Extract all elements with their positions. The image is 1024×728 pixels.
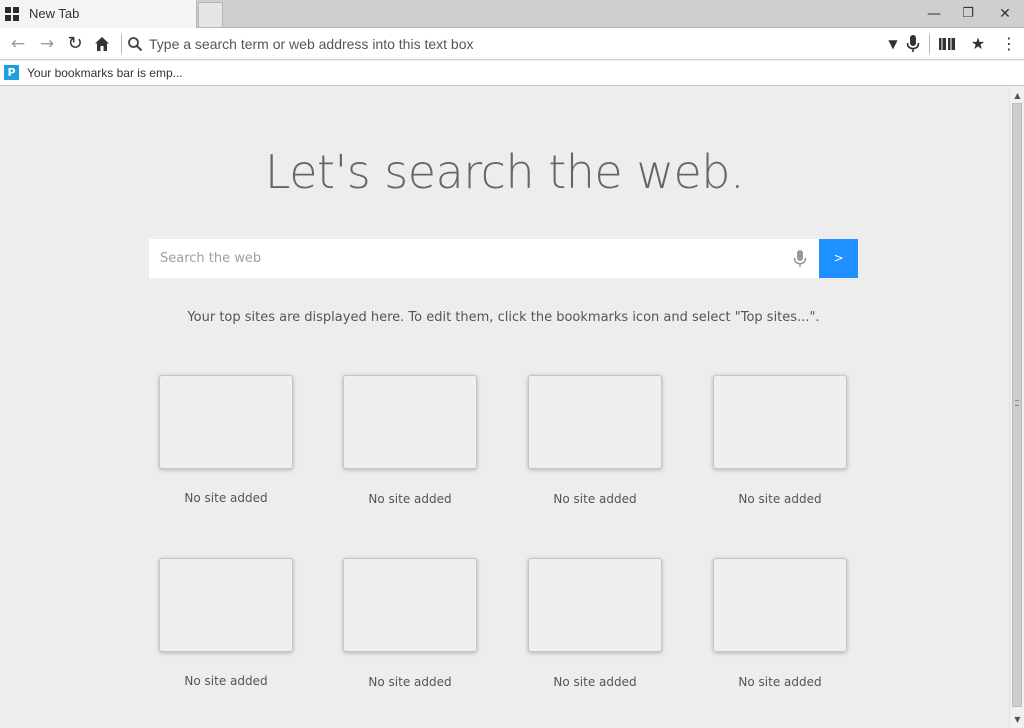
bookmarks-bar: P Your bookmarks bar is emp...: [0, 61, 1024, 86]
microphone-icon[interactable]: [793, 250, 807, 268]
minimize-button[interactable]: —: [923, 4, 945, 24]
reading-view-button[interactable]: [936, 32, 958, 56]
top-site-label: No site added: [553, 675, 637, 689]
top-site-tile[interactable]: [343, 375, 477, 469]
voice-search-button[interactable]: [902, 32, 924, 56]
top-site-label: No site added: [738, 675, 822, 689]
search-submit-button[interactable]: >: [819, 239, 858, 278]
top-site-tile[interactable]: [159, 375, 293, 469]
home-icon: [95, 37, 109, 51]
vertical-scrollbar[interactable]: ▲ ▼: [1009, 87, 1024, 728]
title-bar: New Tab — ❐ ✕: [0, 0, 1024, 28]
navigation-bar: ← → ↻ ▼ ★ ⋮: [0, 28, 1024, 60]
apps-grid-icon: [5, 7, 19, 21]
top-site-tile[interactable]: [343, 558, 477, 652]
top-site-label: No site added: [738, 492, 822, 506]
bookmark-star-button[interactable]: ★: [967, 32, 989, 56]
menu-button[interactable]: ⋮: [998, 32, 1020, 56]
scrollbar-grip: [1015, 400, 1019, 406]
tab-title: New Tab: [29, 6, 80, 21]
top-site-tile[interactable]: [528, 558, 662, 652]
top-site-label: No site added: [184, 491, 268, 505]
top-site-label: No site added: [184, 674, 268, 688]
top-site-label: No site added: [368, 492, 452, 506]
top-site-tile[interactable]: [713, 558, 847, 652]
page-headline: Let's search the web.: [264, 145, 745, 199]
tab-new-tab[interactable]: New Tab: [0, 0, 197, 28]
home-button[interactable]: [90, 32, 114, 56]
star-icon: ★: [970, 34, 986, 53]
bookmark-logo-icon: P: [4, 65, 19, 80]
bookmarks-bar-message[interactable]: Your bookmarks bar is emp...: [27, 66, 183, 80]
scroll-down-icon[interactable]: ▼: [1010, 712, 1024, 727]
top-site-tile[interactable]: [713, 375, 847, 469]
back-arrow-icon: ←: [10, 34, 26, 54]
web-search-box: [149, 239, 819, 278]
reload-icon: ↻: [67, 33, 83, 54]
nav-separator: [121, 34, 122, 54]
close-button[interactable]: ✕: [994, 4, 1016, 24]
back-button[interactable]: ←: [6, 32, 30, 56]
restore-button[interactable]: ❐: [957, 4, 979, 24]
top-sites-hint: Your top sites are displayed here. To ed…: [187, 310, 820, 325]
toolbar-separator: [929, 34, 930, 54]
top-site-tile[interactable]: [528, 375, 662, 469]
new-tab-button[interactable]: [198, 2, 223, 27]
top-site-tile[interactable]: [159, 558, 293, 652]
web-search-input[interactable]: [160, 239, 780, 278]
forward-arrow-icon: →: [39, 34, 55, 54]
menu-icon: ⋮: [1001, 34, 1017, 53]
reload-button[interactable]: ↻: [63, 32, 87, 56]
scrollbar-thumb[interactable]: [1012, 103, 1022, 707]
top-site-label: No site added: [368, 675, 452, 689]
microphone-icon: [906, 35, 920, 52]
dropdown-icon: ▼: [888, 37, 898, 51]
reading-view-icon: [939, 38, 955, 50]
forward-button[interactable]: →: [35, 32, 59, 56]
address-dropdown-button[interactable]: ▼: [882, 32, 904, 56]
scroll-up-icon[interactable]: ▲: [1010, 88, 1024, 103]
new-tab-page: Let's search the web. > Your top sites a…: [0, 87, 1009, 728]
search-icon: [128, 37, 143, 52]
address-bar[interactable]: [149, 34, 879, 54]
top-site-label: No site added: [553, 492, 637, 506]
